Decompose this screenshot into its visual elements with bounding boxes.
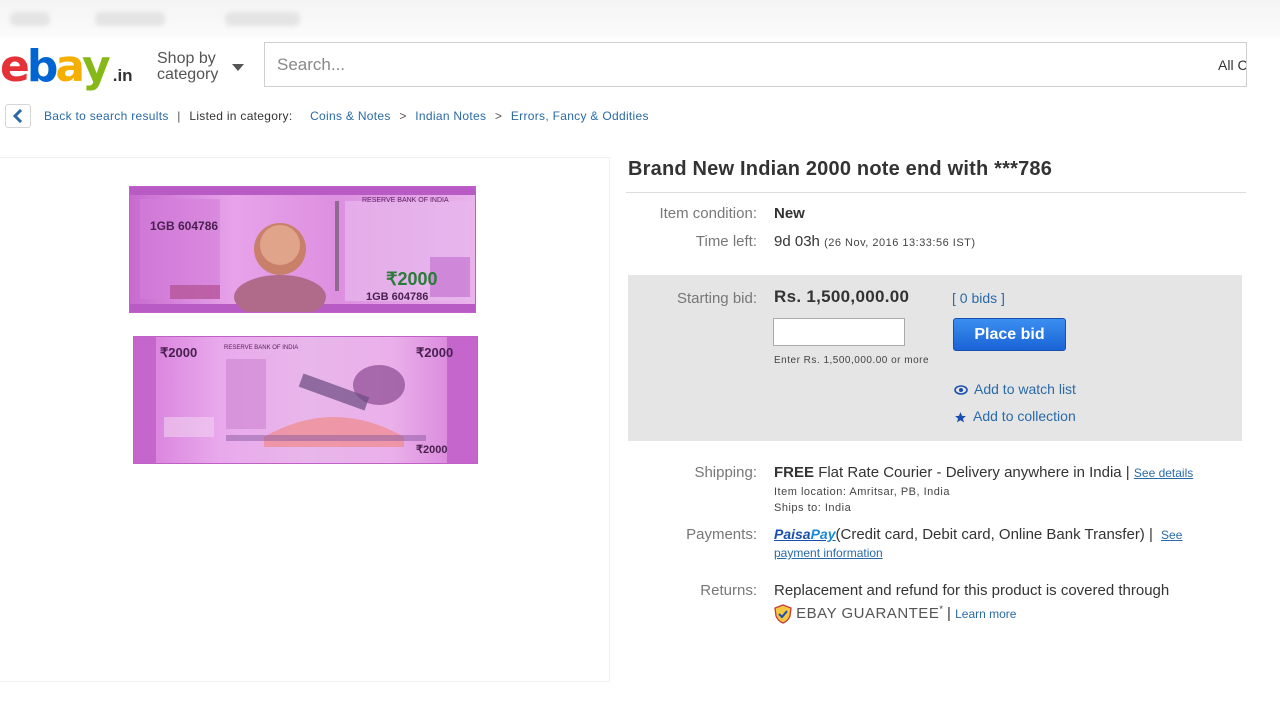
item-condition-label: Item condition: <box>659 205 757 222</box>
ships-to: Ships to: India <box>774 502 852 514</box>
ebay-logo[interactable]: e b a y .in <box>0 44 133 90</box>
returns-text: Replacement and refund for this product … <box>774 582 1170 599</box>
logo-letter-e: e <box>0 41 30 92</box>
breadcrumb-chevron: > <box>494 109 503 123</box>
item-image-panel: RESERVE BANK OF INDIA 1GB 604786 ₹2000 1… <box>0 157 610 682</box>
shop-by-category-button[interactable]: Shop by category <box>157 50 244 83</box>
paisapay-logo: PaisaPay <box>774 526 836 542</box>
guarantee-mark: * <box>939 604 943 614</box>
note-front-image[interactable]: RESERVE BANK OF INDIA 1GB 604786 ₹2000 1… <box>129 186 476 313</box>
payment-information-link[interactable]: payment information <box>774 546 883 560</box>
category-label: category <box>157 66 219 83</box>
shipping-free: FREE <box>774 464 815 481</box>
add-to-collection-link[interactable]: Add to collection <box>954 408 1076 424</box>
star-icon <box>955 411 966 423</box>
learn-more-link[interactable]: Learn more <box>955 607 1016 621</box>
back-button[interactable] <box>5 104 31 128</box>
starting-bid-value: Rs. 1,500,000.00 <box>774 287 910 306</box>
browser-tab-strip <box>0 0 1280 38</box>
returns-guarantee: EBAY GUARANTEE* | Learn more <box>774 604 1016 624</box>
note-front-denomination: ₹2000 <box>386 269 438 289</box>
time-left-label: Time left: <box>695 233 757 250</box>
search-input[interactable] <box>264 42 1206 87</box>
watch-list-label: Add to watch list <box>974 381 1076 397</box>
collection-label: Add to collection <box>973 408 1076 424</box>
bids-count-link[interactable]: [ 0 bids ] <box>952 290 1005 306</box>
note-front-serial-top: 1GB 604786 <box>150 219 219 233</box>
shipping-method: Flat Rate Courier - Delivery anywhere in… <box>818 464 1130 481</box>
item-title: Brand New Indian 2000 note end with ***7… <box>628 158 1053 180</box>
shop-by-label: Shop by <box>157 50 216 67</box>
returns-label: Returns: <box>700 582 757 599</box>
item-condition-value: New <box>774 205 805 222</box>
ebay-guarantee-label: EBAY GUARANTEE <box>796 605 940 622</box>
paisa-text: Paisa <box>774 526 811 542</box>
shipping-label: Shipping: <box>694 464 757 481</box>
bid-amount-input[interactable] <box>773 318 905 346</box>
note-back-denomination-right: ₹2000 <box>416 345 454 360</box>
item-location: Item location: Amritsar, PB, India <box>774 486 950 498</box>
title-divider <box>626 192 1246 193</box>
time-left-date: (26 Nov, 2016 13:33:56 IST) <box>824 237 976 249</box>
logo-letter-b: b <box>26 41 58 92</box>
starting-bid-label: Starting bid: <box>676 290 757 307</box>
shield-icon <box>774 604 792 624</box>
category-select[interactable]: All C <box>1205 42 1247 87</box>
breadcrumb: Back to search results | Listed in categ… <box>44 109 649 123</box>
payments-value: PaisaPay(Credit card, Debit card, Online… <box>774 526 1182 543</box>
back-to-search-link[interactable]: Back to search results <box>44 109 169 123</box>
logo-domain: .in <box>112 66 133 85</box>
breadcrumb-item-indian-notes[interactable]: Indian Notes <box>415 109 486 123</box>
logo-letter-a: a <box>55 41 85 92</box>
see-link[interactable]: See <box>1161 528 1182 542</box>
payments-label: Payments: <box>686 526 757 543</box>
time-left-value: 9d 03h (26 Nov, 2016 13:33:56 IST) <box>774 233 976 250</box>
note-front-serial-bottom: 1GB 604786 <box>366 291 429 303</box>
pay-text: Pay <box>810 526 836 542</box>
returns-divider: | <box>947 605 951 622</box>
bid-hint: Enter Rs. 1,500,000.00 or more <box>774 355 930 366</box>
breadcrumb-chevron: > <box>399 109 407 123</box>
note-front-bank: RESERVE BANK OF INDIA <box>362 197 449 204</box>
add-to-watch-list-link[interactable]: Add to watch list <box>954 381 1076 397</box>
breadcrumb-item-coins-notes[interactable]: Coins & Notes <box>310 109 391 123</box>
caret-down-icon <box>232 64 244 71</box>
breadcrumb-item-errors-fancy[interactable]: Errors, Fancy & Oddities <box>511 109 649 123</box>
time-left-duration: 9d 03h <box>774 233 820 250</box>
shipping-value: FREE Flat Rate Courier - Delivery anywhe… <box>774 464 1193 481</box>
chevron-left-icon <box>12 109 23 123</box>
note-back-denomination-left: ₹2000 <box>160 345 198 360</box>
payment-methods: (Credit card, Debit card, Online Bank Tr… <box>835 526 1153 543</box>
place-bid-button[interactable]: Place bid <box>953 318 1066 351</box>
listed-in-label: Listed in category: <box>189 109 293 123</box>
note-back-denomination-bottom: ₹2000 <box>416 444 448 456</box>
breadcrumb-divider: | <box>177 109 181 123</box>
eye-icon <box>954 385 968 396</box>
see-details-link[interactable]: See details <box>1134 466 1193 480</box>
note-back-image[interactable]: ₹2000 RESERVE BANK OF INDIA ₹2000 ₹2000 <box>133 336 478 464</box>
note-back-bank: RESERVE BANK OF INDIA <box>224 345 299 351</box>
logo-letter-y: y <box>82 41 111 92</box>
